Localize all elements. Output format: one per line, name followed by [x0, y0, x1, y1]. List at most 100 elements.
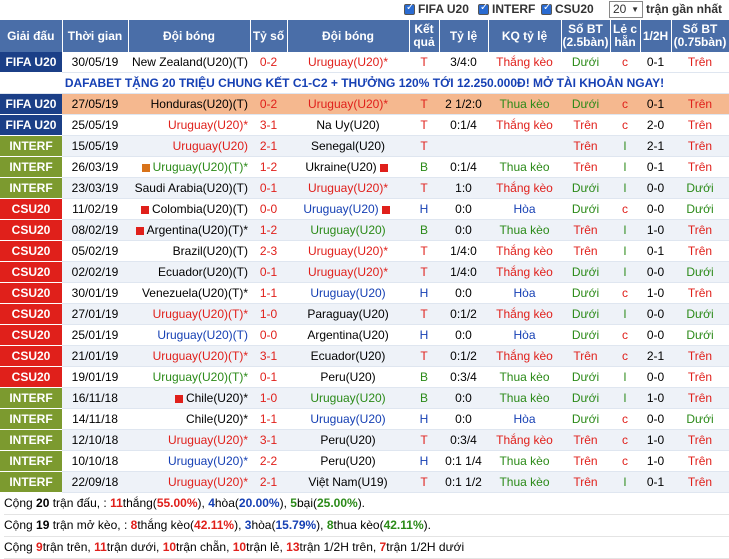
league-badge[interactable]: INTERF [0, 387, 62, 409]
home-team[interactable]: Uruguay(U20)* [128, 114, 250, 136]
score[interactable]: 1-2 [250, 219, 287, 241]
home-team[interactable]: Uruguay(U20)* [128, 429, 250, 451]
league-badge[interactable]: CSU20 [0, 261, 62, 283]
home-team[interactable]: Chile(U20)* [128, 408, 250, 430]
league-badge[interactable]: FIFA U20 [0, 114, 62, 136]
score[interactable]: 2-1 [250, 135, 287, 157]
score[interactable]: 0-1 [250, 261, 287, 283]
away-team[interactable]: Peru(U20) [287, 429, 409, 451]
score[interactable]: 1-0 [250, 387, 287, 409]
checkbox-icon[interactable] [404, 2, 415, 15]
away-team[interactable]: Na Uy(U20) [287, 114, 409, 136]
home-team[interactable]: Ecuador(U20)(T) [128, 261, 250, 283]
checkbox-icon[interactable] [478, 2, 489, 15]
away-team[interactable]: Ukraine(U20) [287, 156, 409, 178]
score[interactable]: 1-1 [250, 282, 287, 304]
away-team[interactable]: Uruguay(U20)* [287, 177, 409, 199]
home-team[interactable]: Chile(U20)* [128, 387, 250, 409]
away-team[interactable]: Uruguay(U20) [287, 219, 409, 241]
home-team[interactable]: New Zealand(U20)(T) [128, 52, 250, 73]
away-team[interactable]: Ecuador(U20) [287, 345, 409, 367]
home-team[interactable]: Uruguay(U20)* [128, 450, 250, 472]
score[interactable]: 1-1 [250, 408, 287, 430]
away-team[interactable]: Uruguay(U20) [287, 408, 409, 430]
league-badge[interactable]: FIFA U20 [0, 93, 62, 115]
score[interactable]: 1-2 [250, 156, 287, 178]
home-team[interactable]: Uruguay(U20)* [128, 471, 250, 493]
home-team[interactable]: Saudi Arabia(U20)(T) [128, 177, 250, 199]
score[interactable]: 0-1 [250, 177, 287, 199]
over-under-0-75: Trên [671, 450, 729, 472]
away-team[interactable]: Uruguay(U20) [287, 198, 409, 220]
home-team[interactable]: Uruguay(U20) [128, 135, 250, 157]
score[interactable]: 3-1 [250, 114, 287, 136]
league-badge[interactable]: INTERF [0, 450, 62, 472]
league-badge[interactable]: CSU20 [0, 282, 62, 304]
score[interactable]: 2-1 [250, 471, 287, 493]
league-badge[interactable]: CSU20 [0, 198, 62, 220]
away-team[interactable]: Việt Nam(U19) [287, 471, 409, 493]
summary-text: 10 [232, 540, 247, 554]
filter-interf[interactable]: INTERF [478, 2, 535, 16]
league-badge[interactable]: CSU20 [0, 219, 62, 241]
away-team[interactable]: Uruguay(U20)* [287, 93, 409, 115]
score[interactable]: 2-2 [250, 450, 287, 472]
home-team[interactable]: Brazil(U20)(T) [128, 240, 250, 262]
league-badge[interactable]: CSU20 [0, 345, 62, 367]
score[interactable]: 0-2 [250, 52, 287, 73]
handicap-result: Thắng kèo [488, 52, 561, 73]
score[interactable]: 0-2 [250, 93, 287, 115]
odd-even: c [610, 429, 640, 451]
match-date: 19/01/19 [62, 366, 128, 388]
checkbox-icon[interactable] [541, 2, 552, 15]
league-badge[interactable]: INTERF [0, 177, 62, 199]
home-team[interactable]: Uruguay(U20)(T)* [128, 156, 250, 178]
home-team[interactable]: Venezuela(U20)(T)* [128, 282, 250, 304]
away-team[interactable]: Argentina(U20) [287, 324, 409, 346]
home-team[interactable]: Uruguay(U20)(T) [128, 324, 250, 346]
away-team[interactable]: Uruguay(U20)* [287, 240, 409, 262]
summary-text: trận đấu, : [49, 496, 111, 510]
score[interactable]: 1-0 [250, 303, 287, 325]
league-badge[interactable]: FIFA U20 [0, 52, 62, 73]
away-team[interactable]: Uruguay(U20) [287, 387, 409, 409]
home-team[interactable]: Honduras(U20)(T) [128, 93, 250, 115]
match-count-select[interactable]: 20 ▼ [609, 1, 643, 18]
score[interactable]: 0-0 [250, 324, 287, 346]
home-team[interactable]: Colombia(U20)(T) [128, 198, 250, 220]
league-badge[interactable]: CSU20 [0, 324, 62, 346]
filter-csu20[interactable]: CSU20 [541, 2, 594, 16]
odd-even: l [610, 366, 640, 388]
league-badge[interactable]: INTERF [0, 429, 62, 451]
score[interactable]: 0-0 [250, 198, 287, 220]
league-badge[interactable]: INTERF [0, 471, 62, 493]
promo-row[interactable]: DAFABET TẶNG 20 TRIỆU CHUNG KẾT C1-C2 + … [0, 72, 729, 94]
away-team[interactable]: Peru(U20) [287, 450, 409, 472]
away-team[interactable]: Uruguay(U20) [287, 282, 409, 304]
league-badge[interactable]: CSU20 [0, 366, 62, 388]
home-team[interactable]: Uruguay(U20)(T)* [128, 345, 250, 367]
away-team[interactable]: Paraguay(U20) [287, 303, 409, 325]
score[interactable]: 2-3 [250, 240, 287, 262]
away-team[interactable]: Peru(U20) [287, 366, 409, 388]
promo-banner-link[interactable]: DAFABET TẶNG 20 TRIỆU CHUNG KẾT C1-C2 + … [0, 72, 729, 94]
league-badge[interactable]: CSU20 [0, 303, 62, 325]
away-team[interactable]: Senegal(U20) [287, 135, 409, 157]
summary-text: 4 [208, 496, 215, 510]
home-team[interactable]: Argentina(U20)(T)* [128, 219, 250, 241]
score[interactable]: 3-1 [250, 345, 287, 367]
away-team[interactable]: Uruguay(U20)* [287, 52, 409, 73]
league-badge[interactable]: INTERF [0, 408, 62, 430]
league-badge[interactable]: CSU20 [0, 240, 62, 262]
filter-fifa-u20[interactable]: FIFA U20 [404, 2, 469, 16]
league-badge[interactable]: INTERF [0, 135, 62, 157]
home-team[interactable]: Uruguay(U20)(T)* [128, 366, 250, 388]
home-team[interactable]: Uruguay(U20)(T)* [128, 303, 250, 325]
odd-even: c [610, 114, 640, 136]
score[interactable]: 3-1 [250, 429, 287, 451]
odd-even: c [610, 345, 640, 367]
score[interactable]: 0-1 [250, 366, 287, 388]
away-team[interactable]: Uruguay(U20)* [287, 261, 409, 283]
league-badge[interactable]: INTERF [0, 156, 62, 178]
card-icon [174, 394, 183, 403]
